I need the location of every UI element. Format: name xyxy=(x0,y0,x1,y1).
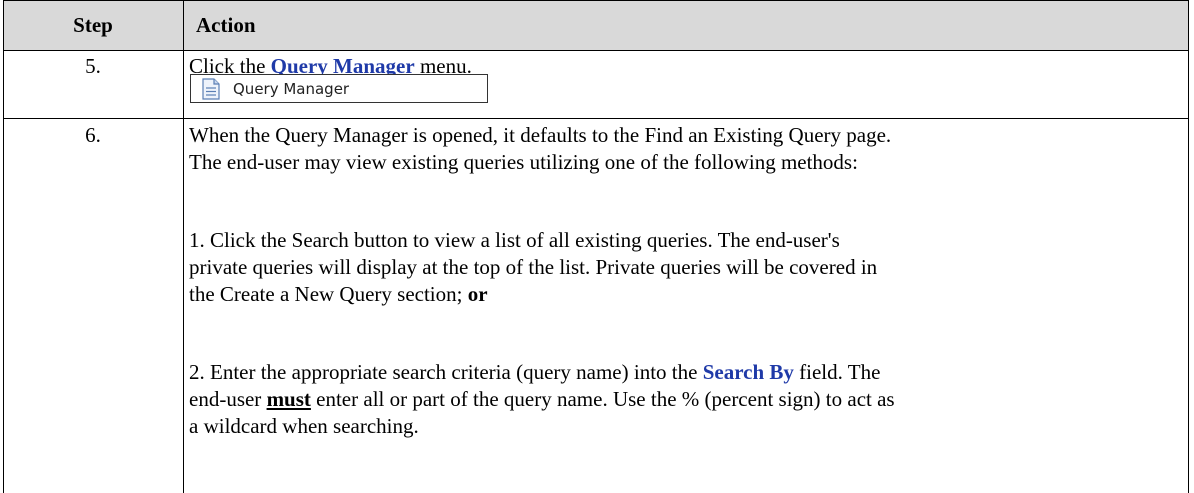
step-number: 5. xyxy=(85,54,101,78)
search-by-label: Search By xyxy=(702,360,794,384)
method-2-line: 2. Enter the appropriate search criteria… xyxy=(189,360,881,384)
must-keyword: must xyxy=(266,387,311,411)
method-2-line: a wildcard when searching. xyxy=(189,414,419,438)
step-6-intro-line: The end-user may view existing queries u… xyxy=(189,150,858,174)
method-1-line: 1. Click the Search button to view a lis… xyxy=(189,228,840,252)
method-1-line: private queries will display at the top … xyxy=(189,255,878,279)
method-1-line: the Create a New Query section; or xyxy=(189,282,488,306)
column-divider xyxy=(183,0,184,493)
header-step: Step xyxy=(73,13,113,37)
procedure-table: Step Action 5. Click the Query Manager m… xyxy=(3,0,1189,493)
table-border-top xyxy=(3,0,1189,1)
or-keyword: or xyxy=(467,282,488,306)
document-icon xyxy=(202,78,220,100)
table-border-right xyxy=(1188,0,1189,493)
step-6-intro-line: When the Query Manager is opened, it def… xyxy=(189,123,892,147)
query-manager-menu-image: Query Manager xyxy=(190,74,488,103)
method-2-line: end-user must enter all or part of the q… xyxy=(189,387,895,411)
header-divider xyxy=(3,50,1189,51)
menu-image-label: Query Manager xyxy=(233,80,350,98)
header-action: Action xyxy=(196,13,256,37)
step-number: 6. xyxy=(85,123,101,147)
row-divider xyxy=(3,118,1189,119)
